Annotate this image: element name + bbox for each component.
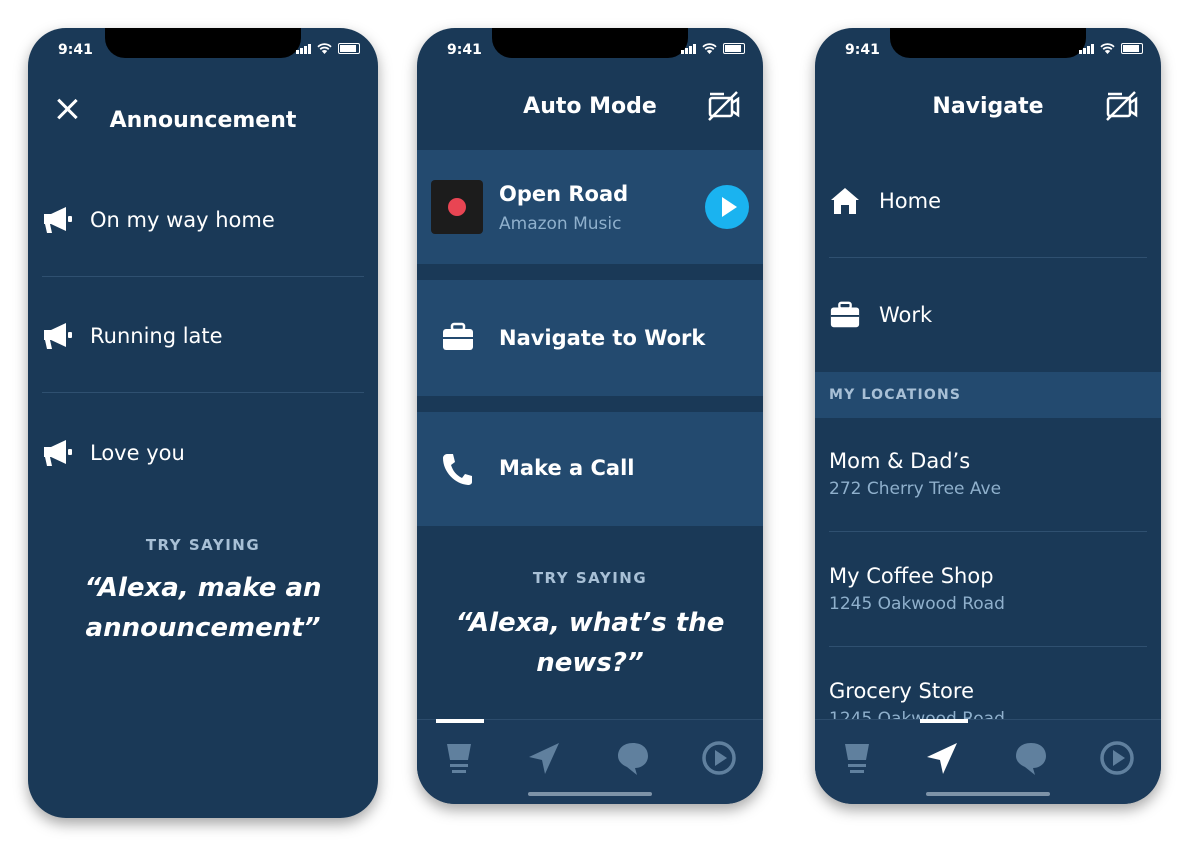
divider [829, 646, 1147, 647]
status-icons [296, 43, 360, 54]
battery-icon [338, 43, 360, 54]
try-saying-quote-line: “Alexa, what’s the [455, 608, 725, 638]
nav-item-work[interactable]: Work [829, 258, 1147, 372]
status-time: 9:41 [58, 42, 93, 58]
notch [492, 28, 688, 58]
megaphone-icon [44, 323, 72, 349]
status-bar: 9:41 [417, 28, 763, 68]
communicate-tab-icon[interactable] [1011, 738, 1051, 778]
location-name: Grocery Store [829, 679, 975, 703]
status-icons [1079, 43, 1143, 54]
navigate-to-work-card[interactable]: Navigate to Work [417, 280, 763, 396]
status-bar: 9:41 [28, 28, 378, 68]
communicate-tab-icon[interactable] [613, 738, 653, 778]
house-icon [831, 188, 859, 214]
camera-off-icon[interactable] [1105, 90, 1139, 122]
navigate-tab-icon[interactable] [525, 738, 565, 778]
location-address: 1245 Oakwood Road [829, 594, 1005, 614]
location-address: 272 Cherry Tree Ave [829, 479, 1002, 499]
play-tab-icon[interactable] [699, 738, 739, 778]
make-a-call-card[interactable]: Make a Call [417, 412, 763, 526]
announcement-item[interactable]: On my way home [42, 162, 364, 278]
active-tab-indicator [436, 719, 484, 723]
nav-item-label: Work [879, 303, 933, 327]
now-playing-source: Amazon Music [499, 214, 622, 234]
announcement-label: Running late [90, 324, 223, 348]
divider [829, 531, 1147, 532]
announcement-item[interactable]: Love you [42, 395, 364, 511]
notch [105, 28, 301, 58]
auto-mode-screen: 9:41 Auto Mode Open Road Amazon Music Na… [417, 28, 763, 804]
section-header-label: MY LOCATIONS [829, 387, 962, 403]
navigate-screen: 9:41 Navigate Home Work MY LOCATIONS Mom [815, 28, 1161, 804]
home-indicator [926, 792, 1050, 796]
announcement-label: Love you [90, 441, 185, 465]
signal-icon [681, 43, 696, 54]
navigate-tab-icon[interactable] [923, 738, 963, 778]
nav-item-label: Home [879, 189, 942, 213]
signal-icon [296, 43, 311, 54]
divider [42, 276, 364, 277]
briefcase-icon [830, 301, 860, 328]
briefcase-icon [443, 322, 473, 350]
try-saying-quote-line: news?” [536, 648, 644, 678]
megaphone-icon [44, 440, 72, 466]
location-name: Mom & Dad’s [829, 449, 971, 473]
status-time: 9:41 [845, 42, 880, 58]
announcement-screen: 9:41 Announcement On my way home Running… [28, 28, 378, 818]
active-tab-indicator [920, 719, 968, 723]
announcement-item[interactable]: Running late [42, 278, 364, 394]
try-saying-quote-line: announcement” [85, 613, 321, 643]
try-saying-quote-line: “Alexa, make an [84, 573, 322, 603]
wifi-icon [317, 43, 332, 54]
nav-item-home[interactable]: Home [829, 144, 1147, 258]
now-playing-card[interactable]: Open Road Amazon Music [417, 150, 763, 264]
play-tab-icon[interactable] [1097, 738, 1137, 778]
try-saying-label: TRY SAYING [145, 536, 261, 554]
announcement-label: On my way home [90, 208, 275, 232]
location-item[interactable]: Mom & Dad’s 272 Cherry Tree Ave [829, 449, 1147, 499]
phone-icon [443, 454, 472, 485]
camera-off-icon[interactable] [707, 90, 741, 122]
page-title: Announcement [109, 108, 297, 133]
action-label: Navigate to Work [499, 326, 706, 350]
megaphone-icon [44, 207, 72, 233]
wifi-icon [702, 43, 717, 54]
tab-bar [417, 719, 763, 804]
location-item[interactable]: My Coffee Shop 1245 Oakwood Road [829, 564, 1147, 614]
status-icons [681, 43, 745, 54]
play-button[interactable] [705, 185, 749, 229]
try-saying-label: TRY SAYING [532, 569, 648, 587]
tab-bar [815, 719, 1161, 804]
location-name: My Coffee Shop [829, 564, 994, 588]
divider [42, 392, 364, 393]
now-playing-title: Open Road [499, 182, 629, 206]
section-header: MY LOCATIONS [815, 372, 1161, 418]
home-tab-icon[interactable] [439, 738, 479, 778]
signal-icon [1079, 43, 1094, 54]
status-bar: 9:41 [815, 28, 1161, 68]
home-tab-icon[interactable] [837, 738, 877, 778]
action-label: Make a Call [499, 456, 635, 480]
battery-icon [1121, 43, 1143, 54]
notch [890, 28, 1086, 58]
battery-icon [723, 43, 745, 54]
status-time: 9:41 [447, 42, 482, 58]
album-art [431, 180, 483, 234]
home-indicator [528, 792, 652, 796]
wifi-icon [1100, 43, 1115, 54]
